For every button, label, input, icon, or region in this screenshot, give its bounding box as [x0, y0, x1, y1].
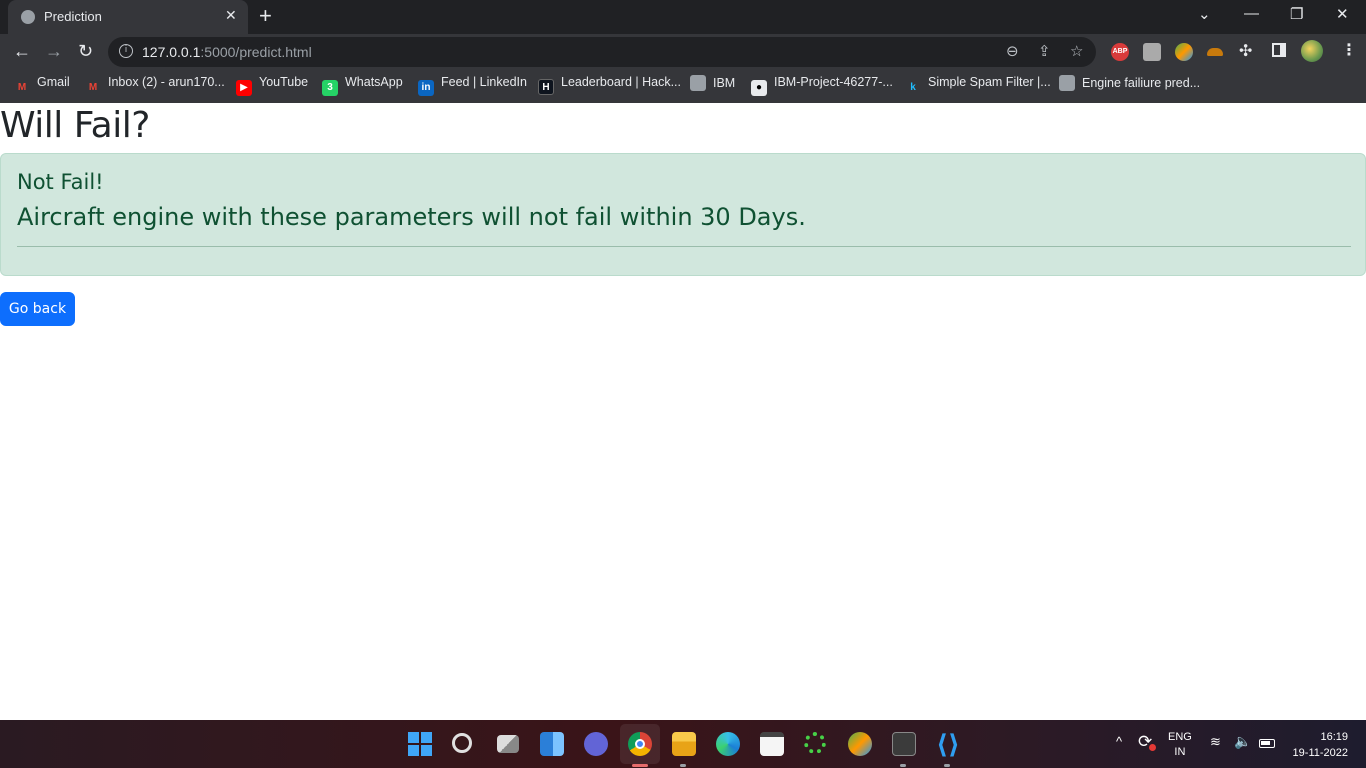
windows-start-icon[interactable] [408, 732, 432, 756]
whatsapp-icon: 3 [322, 80, 338, 96]
bookmark-label: Simple Spam Filter |... [928, 75, 1051, 89]
gmail-icon: M [17, 82, 27, 93]
restore-button[interactable]: ❐ [1290, 5, 1303, 23]
globe-icon [21, 10, 35, 24]
extension-icon[interactable] [1207, 48, 1223, 56]
go-back-button[interactable]: Go back [0, 292, 75, 326]
windows-taskbar: ⟨⟩ ^ ⟳ ENG IN ≋ 🔈 16:19 19-11-2022 [0, 720, 1366, 768]
hackerrank-icon: H [538, 79, 554, 95]
bookmark-label: Gmail [37, 75, 70, 89]
side-panel-icon[interactable] [1272, 43, 1286, 57]
bookmark-linkedin[interactable]: in Feed | LinkedIn [418, 75, 527, 96]
tab-title: Prediction [44, 9, 102, 24]
tab-search-dropdown-icon[interactable]: ⌄ [1198, 5, 1211, 23]
bookmark-inbox[interactable]: M Inbox (2) - arun170... [85, 75, 225, 96]
tab-prediction[interactable]: Prediction ✕ [8, 0, 248, 34]
bookmark-youtube[interactable]: ▶ YouTube [236, 75, 308, 96]
alert-divider [17, 246, 1351, 247]
bookmark-label: Leaderboard | Hack... [561, 75, 681, 89]
bookmark-ibm[interactable]: IBM [690, 75, 735, 91]
tab-strip: Prediction ✕ + ⌄ — ❐ ✕ [0, 0, 1366, 34]
browser-window: Prediction ✕ + ⌄ — ❐ ✕ ← → ↻ i 127.0.0.1… [0, 0, 1366, 103]
bookmark-hackerrank[interactable]: H Leaderboard | Hack... [538, 75, 681, 95]
close-window-button[interactable]: ✕ [1336, 5, 1349, 23]
url-host: 127.0.0.1 [142, 44, 201, 60]
adblock-plus-icon[interactable]: ABP [1111, 43, 1129, 61]
forward-button[interactable]: → [45, 41, 63, 61]
bookmark-label: YouTube [259, 75, 309, 89]
chrome-icon[interactable] [628, 732, 652, 756]
bookmark-label: IBM [713, 76, 736, 90]
running-indicator [680, 764, 686, 767]
widgets-icon[interactable] [540, 732, 564, 756]
site-info-icon[interactable]: i [119, 44, 133, 58]
wifi-icon[interactable]: ≋ [1210, 734, 1221, 750]
alert-message: Aircraft engine with these parameters wi… [17, 203, 806, 231]
page-title: Will Fail? [0, 105, 150, 146]
profile-avatar[interactable] [1301, 40, 1323, 62]
minimize-button[interactable]: — [1244, 5, 1259, 22]
bookmark-star-icon[interactable]: ☆ [1070, 42, 1083, 60]
gmail-icon: M [88, 82, 98, 93]
bookmark-label: Feed | LinkedIn [441, 75, 527, 89]
address-bar[interactable]: i 127.0.0.1:5000/predict.html ⊖ ⇪ ☆ [108, 37, 1096, 67]
reload-button[interactable]: ↻ [78, 41, 93, 61]
sync-alert-dot [1149, 744, 1156, 751]
clock-date: 19-11-2022 [1292, 747, 1348, 759]
green-spinner-app-icon[interactable] [804, 732, 826, 754]
bookmark-kaggle[interactable]: k Simple Spam Filter |... [905, 75, 1051, 96]
bookmarks-bar: M Gmail M Inbox (2) - arun170... ▶ YouTube … [0, 70, 1366, 98]
colorful-app-icon[interactable] [848, 732, 872, 756]
running-indicator [900, 764, 906, 767]
bookmark-gmail[interactable]: M Gmail [14, 75, 70, 96]
extension-icon[interactable] [1175, 43, 1193, 61]
page-content: Will Fail? Not Fail! Aircraft engine wit… [0, 103, 1366, 720]
tab-close-icon[interactable]: ✕ [225, 7, 237, 24]
edge-icon[interactable] [716, 732, 740, 756]
bookmark-engine-failure[interactable]: Engine failiure pred... [1059, 75, 1200, 91]
microsoft-store-icon[interactable] [760, 732, 784, 756]
kaggle-icon: k [910, 82, 916, 93]
bookmark-label: IBM-Project-46277-... [774, 75, 893, 89]
bookmark-github-project[interactable]: ● IBM-Project-46277-... [751, 75, 893, 96]
show-hidden-icons-caret[interactable]: ^ [1116, 734, 1122, 749]
globe-icon [1059, 75, 1075, 91]
file-explorer-icon[interactable] [672, 732, 696, 756]
clock[interactable]: 16:19 19-11-2022 [1288, 729, 1348, 761]
battery-icon[interactable] [1259, 739, 1275, 748]
alert-heading: Not Fail! [17, 170, 104, 194]
lang-code: ENG [1168, 731, 1192, 743]
terminal-icon[interactable] [892, 732, 916, 756]
url-path: :5000/predict.html [200, 44, 312, 60]
teams-chat-icon[interactable] [584, 732, 608, 756]
globe-icon [690, 75, 706, 91]
lang-region: IN [1174, 746, 1186, 758]
bookmark-whatsapp[interactable]: 3 WhatsApp [322, 75, 403, 96]
clock-time: 16:19 [1320, 731, 1348, 743]
extension-icon[interactable] [1143, 43, 1161, 61]
chrome-menu-icon[interactable]: ⋮ [1341, 40, 1357, 60]
running-indicator [944, 764, 950, 767]
linkedin-icon: in [418, 80, 434, 96]
vscode-icon[interactable]: ⟨⟩ [936, 731, 960, 757]
youtube-icon: ▶ [236, 80, 252, 96]
extensions-puzzle-icon[interactable]: ✣ [1239, 41, 1252, 61]
back-button[interactable]: ← [13, 41, 31, 61]
search-icon[interactable] [452, 733, 472, 753]
task-view-icon[interactable] [497, 735, 519, 753]
volume-icon[interactable]: 🔈 [1234, 733, 1251, 750]
sync-icon[interactable]: ⟳ [1138, 732, 1156, 752]
github-icon: ● [751, 80, 767, 96]
bookmark-label: Inbox (2) - arun170... [108, 75, 225, 89]
new-tab-button[interactable]: + [259, 4, 272, 28]
success-alert: Not Fail! Aircraft engine with these par… [0, 153, 1366, 276]
share-icon[interactable]: ⇪ [1038, 42, 1051, 60]
language-indicator[interactable]: ENG IN [1168, 730, 1192, 760]
bookmark-label: Engine failiure pred... [1082, 76, 1201, 90]
url-text[interactable]: 127.0.0.1:5000/predict.html [142, 44, 312, 60]
zoom-icon[interactable]: ⊖ [1006, 42, 1019, 60]
browser-toolbar: ← → ↻ i 127.0.0.1:5000/predict.html ⊖ ⇪ … [0, 34, 1366, 70]
bookmark-label: WhatsApp [345, 75, 403, 89]
running-indicator [632, 764, 648, 767]
